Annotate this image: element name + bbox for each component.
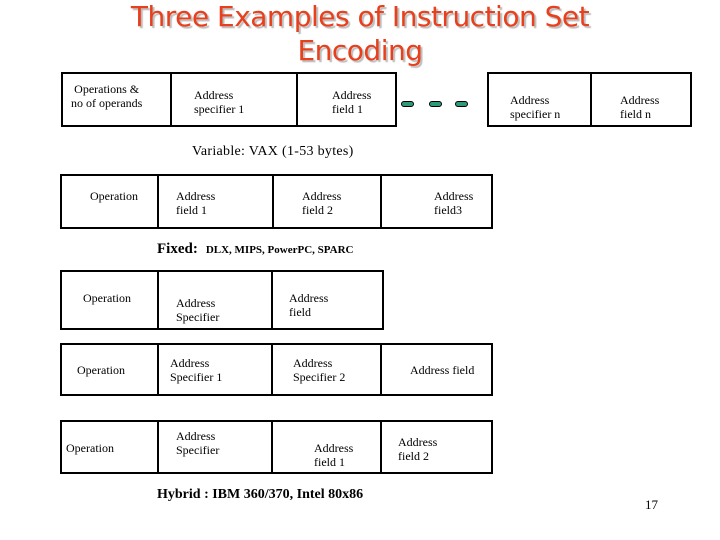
- cell-operation: Operation: [62, 176, 157, 227]
- ellipsis-dot: [401, 101, 414, 107]
- cell-address-field-3: Address field3: [380, 176, 493, 227]
- fixed-caption-examples: DLX, MIPS, PowerPC, SPARC: [205, 244, 354, 256]
- cell-text: Address specifier 1: [194, 88, 245, 116]
- cell-text: Operations & no of operands: [71, 82, 143, 110]
- cell-address-specifier: Address Specifier: [157, 272, 271, 328]
- cell-text: Address field 2: [398, 435, 438, 463]
- cell-text: Address specifier n: [510, 93, 561, 121]
- cell-text: Operation: [83, 291, 131, 305]
- variable-caption: Variable: VAX (1-53 bytes): [192, 144, 354, 159]
- slide-title-line-2: Encoding: [297, 34, 423, 67]
- cell-address-specifier-n: Address specifier n: [489, 74, 590, 125]
- cell-opcode: Operations & no of operands: [63, 74, 170, 125]
- cell-address-specifier: Address Specifier: [157, 422, 271, 472]
- cell-address-field-1: Address field 1: [296, 74, 397, 125]
- cell-text: Address Specifier: [176, 429, 220, 457]
- cell-address-specifier-2: Address Specifier 2: [271, 345, 380, 394]
- hybrid-format-box-3: Operation Address Specifier Address fiel…: [60, 420, 493, 474]
- cell-text: Operation: [90, 189, 138, 203]
- cell-text: Address Specifier: [176, 296, 220, 324]
- page-number: 17: [645, 497, 658, 512]
- hybrid-format-box-1: Operation Address Specifier Address fiel…: [60, 270, 384, 330]
- cell-text: Address Specifier 2: [293, 356, 346, 384]
- cell-text: Address field 2: [302, 189, 342, 217]
- cell-text: Address field: [410, 363, 475, 377]
- hybrid-caption: Hybrid : IBM 360/370, Intel 80x86: [157, 487, 364, 502]
- slide-title-line-1: Three Examples of Instruction Set: [130, 0, 590, 33]
- ellipsis-dot: [455, 101, 468, 107]
- cell-text: Operation: [77, 363, 125, 377]
- cell-operation: Operation: [62, 422, 157, 472]
- variable-format-box-left: Operations & no of operands Address spec…: [61, 72, 397, 127]
- cell-operation: Operation: [62, 272, 157, 328]
- cell-address-specifier-1: Address Specifier 1: [157, 345, 271, 394]
- cell-operation: Operation: [62, 345, 157, 394]
- cell-text: Address field3: [434, 189, 474, 217]
- fixed-caption-main: Fixed:: [157, 241, 198, 257]
- cell-text: Address field n: [620, 93, 660, 121]
- cell-text: Address field 1: [176, 189, 216, 217]
- cell-text: Address field 1: [332, 88, 372, 116]
- cell-address-field-n: Address field n: [590, 74, 692, 125]
- variable-format-box-right: Address specifier n Address field n: [487, 72, 692, 127]
- fixed-caption: Fixed: DLX, MIPS, PowerPC, SPARC: [157, 240, 354, 258]
- cell-address-specifier-1: Address specifier 1: [170, 74, 296, 125]
- cell-text: Address field: [289, 291, 329, 319]
- cell-address-field: Address field: [271, 272, 384, 328]
- cell-text: Address field 1: [314, 441, 354, 469]
- cell-address-field-2: Address field 2: [272, 176, 380, 227]
- cell-address-field-1: Address field 1: [271, 422, 380, 472]
- cell-address-field-1: Address field 1: [157, 176, 272, 227]
- ellipsis-dot: [429, 101, 442, 107]
- hybrid-format-box-2: Operation Address Specifier 1 Address Sp…: [60, 343, 493, 396]
- cell-text: Operation: [66, 441, 114, 455]
- cell-address-field: Address field: [380, 345, 493, 394]
- cell-address-field-2: Address field 2: [380, 422, 493, 472]
- cell-text: Address Specifier 1: [170, 356, 223, 384]
- fixed-format-box: Operation Address field 1 Address field …: [60, 174, 493, 229]
- slide-title: Three Examples of Instruction Set Encodi…: [0, 0, 720, 68]
